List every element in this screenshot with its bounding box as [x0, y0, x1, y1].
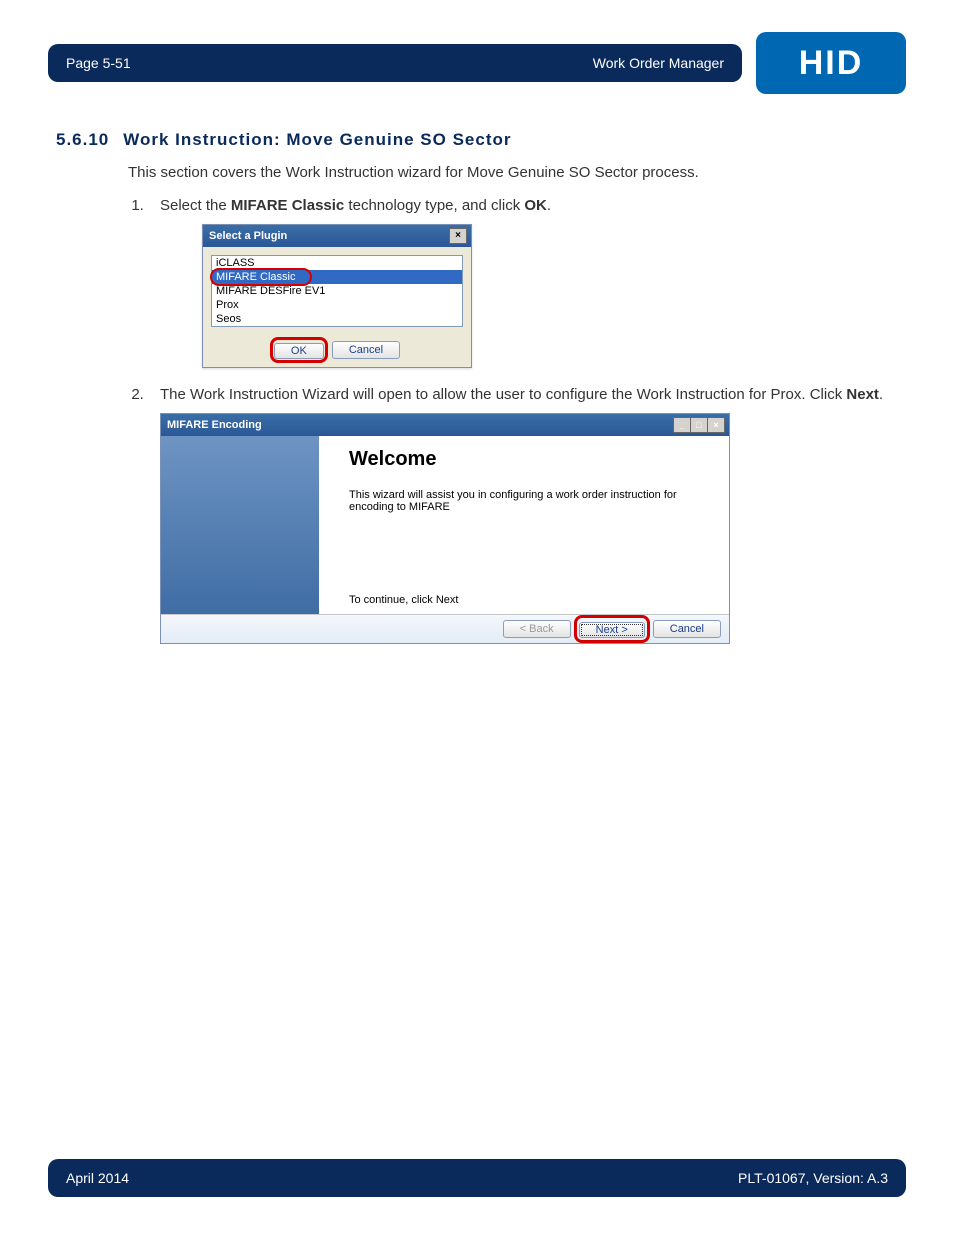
dialog-titlebar: Select a Plugin ×: [203, 225, 471, 247]
next-button[interactable]: Next >: [579, 622, 645, 638]
section-number: 5.6.10: [56, 130, 109, 150]
wizard-heading: Welcome: [349, 448, 699, 471]
ok-button[interactable]: OK: [274, 343, 324, 359]
section-title: Work Instruction: Move Genuine SO Sector: [123, 130, 511, 150]
section-intro: This section covers the Work Instruction…: [128, 164, 906, 181]
page-header: Page 5-51 Work Order Manager HID: [48, 32, 906, 94]
plugin-listbox[interactable]: iCLASS MIFARE Classic MIFARE DESFire EV1…: [211, 255, 463, 327]
wizard-sidebar: [161, 436, 319, 614]
step-2: The Work Instruction Wizard will open to…: [148, 386, 906, 644]
hid-logo: HID: [756, 32, 906, 94]
list-item[interactable]: Seos: [212, 312, 462, 326]
page-footer: April 2014 PLT-01067, Version: A.3: [48, 1159, 906, 1197]
select-plugin-dialog: Select a Plugin × iCLASS MIFARE Classic …: [202, 224, 472, 368]
cancel-button[interactable]: Cancel: [332, 341, 400, 359]
dialog-titlebar: MIFARE Encoding _ □ ×: [161, 414, 729, 436]
back-button: < Back: [503, 620, 571, 638]
list-item-selected[interactable]: MIFARE Classic: [212, 270, 462, 284]
maximize-button[interactable]: □: [690, 417, 708, 433]
list-item[interactable]: MIFARE DESFire EV1: [212, 284, 462, 298]
mifare-encoding-wizard: MIFARE Encoding _ □ × Welcome This wizar…: [160, 413, 730, 644]
dialog-title: Select a Plugin: [209, 230, 287, 242]
cancel-button[interactable]: Cancel: [653, 620, 721, 638]
footer-date: April 2014: [66, 1170, 129, 1186]
minimize-button[interactable]: _: [673, 417, 691, 433]
close-button[interactable]: ×: [707, 417, 725, 433]
dialog-title: MIFARE Encoding: [167, 419, 262, 431]
step-1: Select the MIFARE Classic technology typ…: [148, 197, 906, 368]
wizard-continue-text: To continue, click Next: [349, 594, 458, 606]
wizard-description: This wizard will assist you in configuri…: [349, 489, 699, 513]
list-item[interactable]: Prox: [212, 298, 462, 312]
page-number-label: Page 5-51: [66, 55, 131, 71]
footer-docid: PLT-01067, Version: A.3: [738, 1170, 888, 1186]
close-button[interactable]: ×: [449, 228, 467, 244]
doc-section-label: Work Order Manager: [593, 55, 724, 71]
header-bar: Page 5-51 Work Order Manager: [48, 44, 742, 82]
